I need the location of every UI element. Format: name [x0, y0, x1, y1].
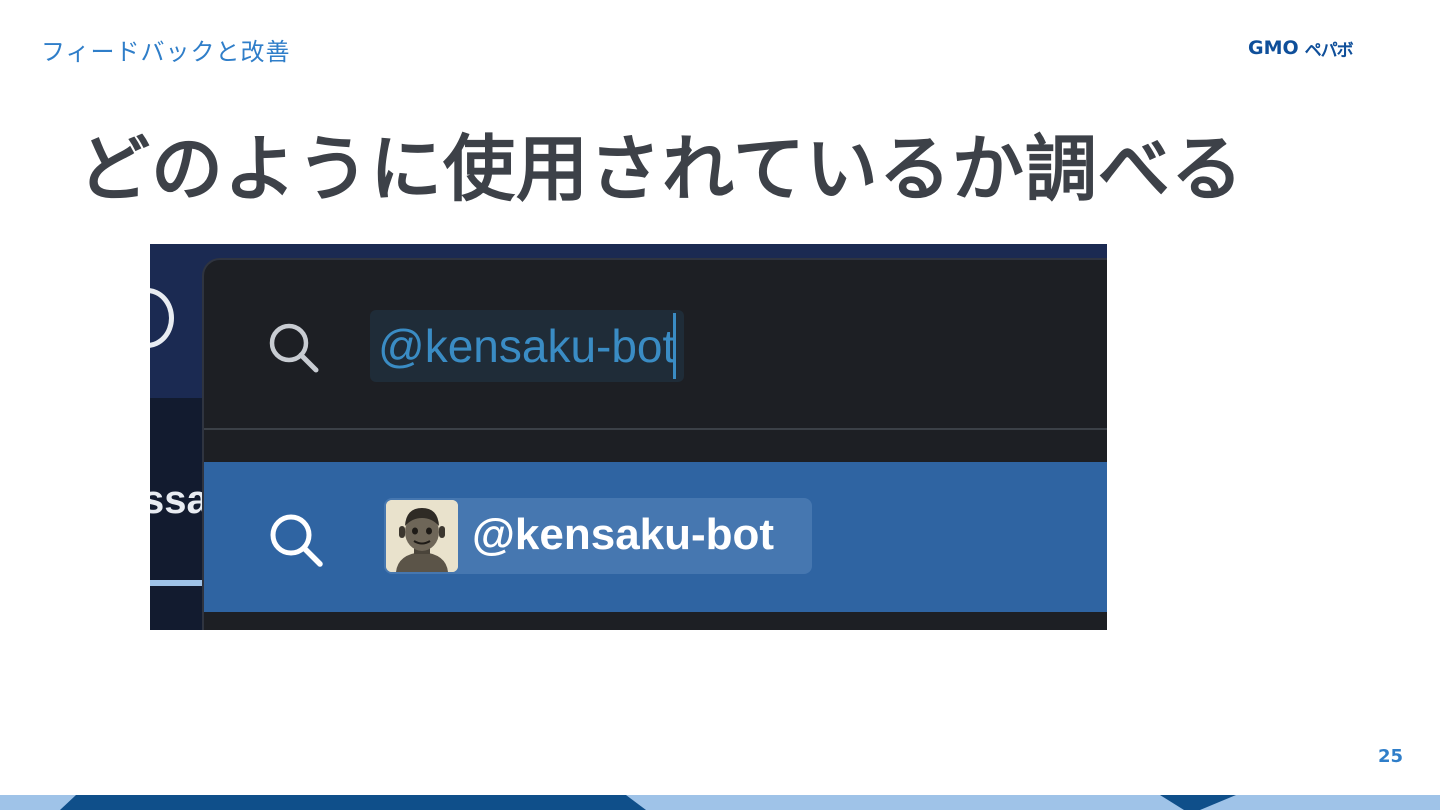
logo-kana-text: ペパボ	[1304, 40, 1354, 61]
search-result-row[interactable]: @kensaku-bot	[204, 462, 1107, 612]
page-number: 25	[1378, 746, 1404, 767]
logo-gmo-text: GMO	[1248, 37, 1299, 59]
search-icon	[269, 323, 319, 373]
company-logo: GMO ペパボ	[1248, 36, 1404, 61]
bot-face-icon	[386, 500, 458, 572]
slide: フィードバックと改善 GMO ペパボ どのように使用されているか調べる ssa …	[0, 0, 1440, 810]
result-label: @kensaku-bot	[472, 510, 775, 559]
search-input[interactable]: @kensaku-bot	[370, 310, 685, 382]
partial-sidebar-text: ssa	[150, 478, 209, 522]
bottom-decorative-band	[0, 795, 1440, 810]
bot-avatar-icon	[386, 500, 458, 572]
search-icon	[270, 514, 323, 567]
result-chip[interactable]: @kensaku-bot	[384, 498, 812, 574]
search-panel: @kensaku-bot @kensaku-bot	[202, 258, 1107, 630]
embedded-screenshot: ssa @kensaku-bot @kensaku-bot	[150, 244, 1107, 630]
page-title: どのように使用されているか調べる	[78, 127, 1244, 211]
text-caret	[673, 313, 677, 379]
section-label: フィードバックと改善	[41, 38, 291, 66]
panel-divider	[204, 428, 1107, 430]
search-query-text: @kensaku-bot	[378, 320, 676, 372]
sidebar-highlight-line	[150, 580, 202, 586]
